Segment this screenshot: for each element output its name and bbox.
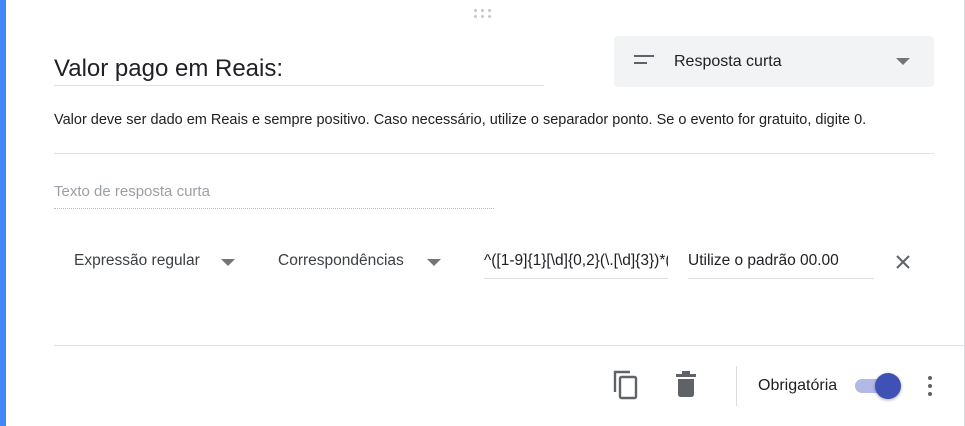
delete-icon[interactable] [675, 371, 697, 397]
footer-divider-line [54, 345, 965, 346]
close-icon[interactable] [894, 253, 912, 271]
description-underline [54, 153, 934, 154]
chevron-down-icon[interactable] [427, 259, 441, 266]
required-label: Obrigatória [758, 377, 838, 394]
short-answer-underline [54, 207, 494, 209]
short-text-icon [634, 55, 654, 67]
answer-type-dropdown[interactable]: Resposta curta [614, 36, 934, 87]
error-underline [688, 278, 874, 279]
answer-type-label: Resposta curta [674, 53, 782, 70]
toggle-knob [875, 373, 901, 399]
more-options-icon[interactable] [926, 374, 934, 398]
required-toggle[interactable] [855, 373, 903, 399]
chevron-down-icon [896, 58, 910, 65]
question-description-input[interactable]: Valor deve ser dado em Reais e sempre po… [54, 110, 934, 131]
regex-underline [484, 278, 668, 279]
regex-pattern-input[interactable]: ^([1-9]{1}[\d]{0,2}(\.[\d]{3})*(\,[\d]{0… [484, 250, 668, 278]
question-accent-bar [0, 0, 6, 426]
validation-condition-label: Correspondências [278, 252, 404, 269]
validation-condition-select[interactable]: Correspondências [278, 250, 404, 272]
short-answer-placeholder: Texto de resposta curta [54, 183, 210, 200]
custom-error-input[interactable]: Utilize o padrão 00.00 [688, 250, 874, 278]
title-underline [54, 85, 544, 86]
duplicate-icon[interactable] [611, 369, 639, 401]
chevron-down-icon[interactable] [221, 259, 235, 266]
drag-handle-icon[interactable] [474, 9, 494, 21]
validation-type-select[interactable]: Expressão regular [74, 250, 200, 272]
question-title-input[interactable]: Valor pago em Reais: [54, 54, 544, 84]
footer-vertical-divider [736, 366, 737, 406]
validation-type-label: Expressão regular [74, 252, 200, 269]
